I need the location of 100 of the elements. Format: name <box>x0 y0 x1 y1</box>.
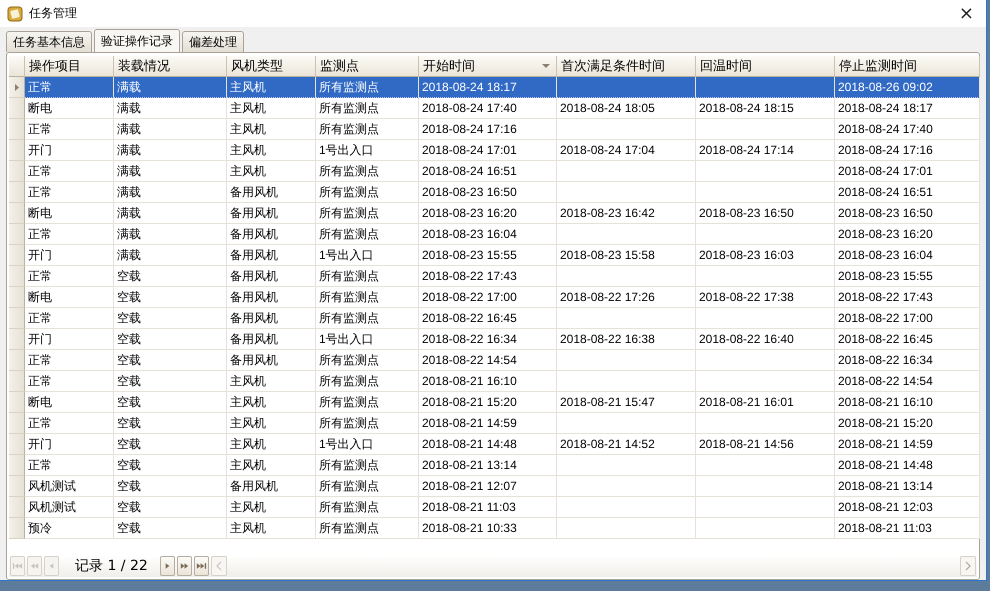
table-cell: 所有监测点 <box>316 518 419 539</box>
row-header[interactable] <box>9 119 25 140</box>
table-cell: 所有监测点 <box>316 266 419 287</box>
column-header[interactable]: 操作项目 <box>25 56 114 77</box>
table-cell: 2018-08-21 10:33 <box>419 518 557 539</box>
row-header[interactable] <box>9 455 25 476</box>
table-cell: 2018-08-26 09:02 <box>835 77 980 98</box>
row-header[interactable] <box>9 434 25 455</box>
table-cell: 备用风机 <box>227 203 316 224</box>
table-cell: 2018-08-24 16:51 <box>419 161 557 182</box>
table-cell: 断电 <box>25 392 114 413</box>
column-header[interactable]: 停止监测时间 <box>835 56 980 77</box>
table-cell: 空载 <box>114 287 227 308</box>
row-header[interactable] <box>9 287 25 308</box>
row-header[interactable] <box>9 476 25 497</box>
table-cell: 开门 <box>25 434 114 455</box>
table-cell: 2018-08-21 13:14 <box>835 476 980 497</box>
row-header[interactable] <box>9 329 25 350</box>
table-cell: 2018-08-21 11:03 <box>419 497 557 518</box>
table-cell: 满载 <box>114 77 227 98</box>
row-header[interactable] <box>9 350 25 371</box>
table-cell: 所有监测点 <box>316 308 419 329</box>
table-cell: 主风机 <box>227 119 316 140</box>
table-cell: 2018-08-24 17:16 <box>835 140 980 161</box>
table-cell: 2018-08-21 13:14 <box>419 455 557 476</box>
table-cell: 空载 <box>114 497 227 518</box>
table-cell: 2018-08-23 16:20 <box>835 224 980 245</box>
table-cell: 所有监测点 <box>316 119 419 140</box>
table-cell: 2018-08-22 17:38 <box>696 287 835 308</box>
column-header[interactable]: 回温时间 <box>696 56 835 77</box>
table-cell: 2018-08-24 17:40 <box>419 98 557 119</box>
table-cell: 主风机 <box>227 392 316 413</box>
table-cell: 正常 <box>25 308 114 329</box>
table-cell: 主风机 <box>227 161 316 182</box>
table-cell: 2018-08-23 15:58 <box>557 245 696 266</box>
row-header[interactable] <box>9 413 25 434</box>
row-header[interactable] <box>9 518 25 539</box>
table-cell: 2018-08-23 15:55 <box>835 266 980 287</box>
row-header[interactable] <box>9 161 25 182</box>
table-cell: 空载 <box>114 371 227 392</box>
table-cell: 2018-08-22 17:00 <box>835 308 980 329</box>
table-cell: 2018-08-21 14:59 <box>835 434 980 455</box>
table-cell: 断电 <box>25 98 114 119</box>
table-cell: 2018-08-23 16:20 <box>419 203 557 224</box>
column-header[interactable]: 监测点 <box>316 56 419 77</box>
last-record-button[interactable] <box>194 556 209 576</box>
table-cell: 正常 <box>25 224 114 245</box>
row-header[interactable] <box>9 140 25 161</box>
table-cell: 空载 <box>114 518 227 539</box>
close-button[interactable]: × <box>954 4 978 24</box>
table-cell: 2018-08-23 16:03 <box>696 245 835 266</box>
row-header[interactable] <box>9 392 25 413</box>
horizontal-scrollbar[interactable] <box>210 556 976 576</box>
row-header[interactable] <box>9 182 25 203</box>
chevron-right-icon <box>965 561 971 571</box>
table-cell: 2018-08-23 16:50 <box>696 203 835 224</box>
table-cell: 所有监测点 <box>316 287 419 308</box>
table-cell: 2018-08-24 16:51 <box>835 182 980 203</box>
table-cell: 主风机 <box>227 413 316 434</box>
row-header[interactable] <box>9 308 25 329</box>
table-cell: 所有监测点 <box>316 413 419 434</box>
row-header[interactable] <box>9 266 25 287</box>
app-icon <box>7 6 23 22</box>
row-header[interactable] <box>9 77 25 98</box>
row-header[interactable] <box>9 245 25 266</box>
tab[interactable]: 验证操作记录 <box>94 29 180 52</box>
scroll-right-button[interactable] <box>960 556 976 576</box>
column-header[interactable]: 开始时间 <box>419 56 557 77</box>
next-page-button[interactable] <box>176 556 192 576</box>
row-header[interactable] <box>9 497 25 518</box>
tab[interactable]: 任务基本信息 <box>6 31 92 52</box>
row-header[interactable] <box>9 98 25 119</box>
table-cell: 2018-08-21 14:52 <box>557 434 696 455</box>
table-cell: 主风机 <box>227 434 316 455</box>
table-cell: 正常 <box>25 413 114 434</box>
column-header[interactable]: 风机类型 <box>227 56 316 77</box>
row-header[interactable] <box>9 224 25 245</box>
table-cell: 所有监测点 <box>316 350 419 371</box>
table-cell: 2018-08-21 11:03 <box>835 518 980 539</box>
double-left-arrow-icon <box>28 561 41 571</box>
table-cell: 空载 <box>114 476 227 497</box>
table-cell: 开门 <box>25 329 114 350</box>
row-header[interactable] <box>9 371 25 392</box>
table-cell: 2018-08-24 18:15 <box>696 98 835 119</box>
column-header[interactable]: 首次满足条件时间 <box>557 56 696 77</box>
table-cell: 满载 <box>114 98 227 119</box>
current-row-icon <box>14 84 18 90</box>
table-cell: 1号出入口 <box>316 434 419 455</box>
table-cell: 2018-08-21 16:01 <box>696 392 835 413</box>
row-header[interactable] <box>9 203 25 224</box>
table-cell: 主风机 <box>227 497 316 518</box>
table-cell: 2018-08-21 14:59 <box>419 413 557 434</box>
table-cell: 2018-08-23 16:04 <box>419 224 557 245</box>
table-cell: 空载 <box>114 413 227 434</box>
table-cell: 主风机 <box>227 77 316 98</box>
table-cell: 所有监测点 <box>316 392 419 413</box>
table-cell: 2018-08-24 17:40 <box>835 119 980 140</box>
next-record-button[interactable] <box>160 556 175 576</box>
column-header[interactable]: 装载情况 <box>114 56 227 77</box>
tab[interactable]: 偏差处理 <box>182 31 244 52</box>
